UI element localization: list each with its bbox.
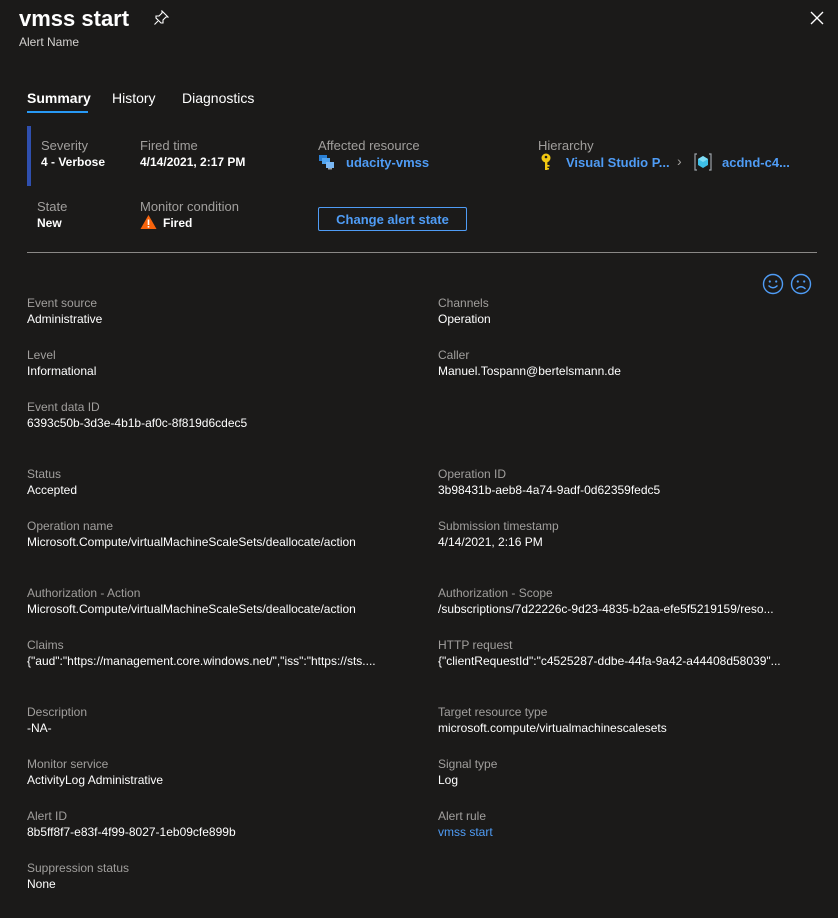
monitor-condition-label: Monitor condition [140, 199, 239, 214]
change-alert-state-button[interactable]: Change alert state [318, 207, 467, 231]
hierarchy-subscription-link[interactable]: Visual Studio P... [566, 155, 670, 170]
affected-resource-link[interactable]: udacity-vmss [346, 155, 429, 170]
fired-time-value: 4/14/2021, 2:17 PM [140, 155, 246, 169]
resource-group-icon [694, 153, 712, 171]
level-label: Level [27, 348, 56, 362]
tab-history[interactable]: History [112, 90, 156, 106]
suppression-status-value: None [27, 877, 56, 891]
level-value: Informational [27, 364, 97, 378]
status-label: Status [27, 467, 62, 481]
hierarchy-label: Hierarchy [538, 138, 594, 153]
caller-label: Caller [438, 348, 470, 362]
http-request-value: {"clientRequestId":"c4525287-ddbe-44fa-9… [438, 654, 781, 668]
event-source-value: Administrative [27, 312, 103, 326]
target-resource-type-value: microsoft.compute/virtualmachinescaleset… [438, 721, 667, 735]
hierarchy-resource-group-link[interactable]: acdnd-c4... [722, 155, 790, 170]
divider [27, 252, 817, 253]
description-label: Description [27, 705, 88, 719]
authorization-action-value: Microsoft.Compute/virtualMachineScaleSet… [27, 602, 356, 616]
target-resource-type-label: Target resource type [438, 705, 548, 719]
claims-label: Claims [27, 638, 64, 652]
authorization-action-label: Authorization - Action [27, 586, 141, 600]
caller-value: Manuel.Tospann@bertelsmann.de [438, 364, 621, 378]
hierarchy-separator: › [677, 153, 682, 169]
vmss-icon [319, 155, 334, 170]
channels-label: Channels [438, 296, 489, 310]
signal-type-value: Log [438, 773, 459, 787]
active-tab-indicator [27, 111, 88, 113]
status-value: Accepted [27, 483, 78, 497]
event-source-label: Event source [27, 296, 98, 310]
fired-time-label: Fired time [140, 138, 198, 153]
tab-summary[interactable]: Summary [27, 90, 91, 106]
event-data-id-label: Event data ID [27, 400, 100, 414]
operation-id-label: Operation ID [438, 467, 507, 481]
key-icon [541, 153, 551, 170]
authorization-scope-value: /subscriptions/7d22226c-9d23-4835-b2aa-e… [438, 602, 774, 616]
warning-icon [140, 215, 157, 229]
pin-icon[interactable] [153, 10, 169, 26]
event-data-id-value: 6393c50b-3d3e-4b1b-af0c-8f819d6cdec5 [27, 416, 248, 430]
http-request-label: HTTP request [438, 638, 513, 652]
authorization-scope-label: Authorization - Scope [438, 586, 553, 600]
description-value: -NA- [27, 721, 52, 735]
close-icon[interactable] [809, 10, 825, 26]
alert-rule-link[interactable]: vmss start [438, 825, 493, 839]
severity-value: 4 - Verbose [41, 155, 106, 169]
severity-label: Severity [41, 138, 88, 153]
channels-value: Operation [438, 312, 491, 326]
frown-icon[interactable] [790, 273, 812, 295]
monitor-condition-value: Fired [163, 216, 193, 230]
page-title: vmss start [19, 6, 130, 31]
alert-id-value: 8b5ff8f7-e83f-4f99-8027-1eb09cfe899b [27, 825, 236, 839]
alert-rule-label: Alert rule [438, 809, 487, 823]
monitor-service-value: ActivityLog Administrative [27, 773, 164, 787]
state-value: New [37, 216, 62, 230]
state-label: State [37, 199, 68, 214]
signal-type-label: Signal type [438, 757, 498, 771]
tab-diagnostics[interactable]: Diagnostics [182, 90, 254, 106]
page-subtitle: Alert Name [19, 35, 80, 49]
operation-name-label: Operation name [27, 519, 114, 533]
submission-timestamp-value: 4/14/2021, 2:16 PM [438, 535, 543, 549]
claims-value: {"aud":"https://management.core.windows.… [27, 654, 376, 668]
affected-resource-label: Affected resource [318, 138, 420, 153]
severity-bar [27, 126, 31, 186]
suppression-status-label: Suppression status [27, 861, 130, 875]
submission-timestamp-label: Submission timestamp [438, 519, 559, 533]
alert-id-label: Alert ID [27, 809, 68, 823]
operation-id-value: 3b98431b-aeb8-4a74-9adf-0d62359fedc5 [438, 483, 661, 497]
monitor-service-label: Monitor service [27, 757, 109, 771]
operation-name-value: Microsoft.Compute/virtualMachineScaleSet… [27, 535, 356, 549]
smile-icon[interactable] [762, 273, 784, 295]
